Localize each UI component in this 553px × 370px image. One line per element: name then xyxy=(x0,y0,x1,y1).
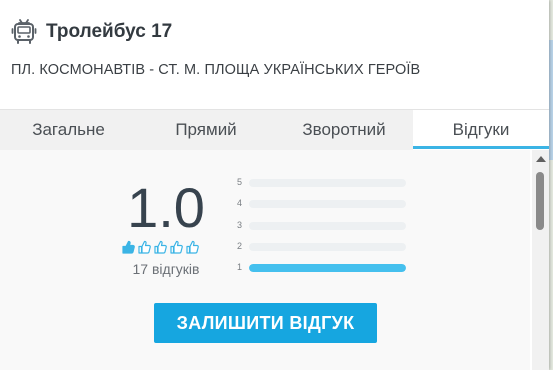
rating-bar-row: 4 xyxy=(234,197,409,218)
rating-bar-track xyxy=(249,264,406,273)
average-rating: 1.0 xyxy=(127,176,205,239)
panel-header: Тролейбус 17 ПЛ. КОСМОНАВТІВ - СТ. М. ПЛ… xyxy=(0,0,549,109)
rating-thumbs xyxy=(121,240,199,255)
tab-bar: Загальне Прямий Зворотний Відгуки xyxy=(0,110,549,150)
scroll-thumb[interactable] xyxy=(536,172,544,230)
thumbs-up-outline-icon xyxy=(186,240,199,254)
rating-bar-row: 3 xyxy=(234,219,409,240)
rating-bar-label: 5 xyxy=(237,177,243,187)
rating-bar-row: 1 xyxy=(234,261,409,282)
reviews-count: 17 відгуків xyxy=(132,261,200,277)
rating-bar-label: 3 xyxy=(237,219,243,230)
thumbs-up-outline-icon xyxy=(170,240,183,254)
tab-reverse[interactable]: Зворотний xyxy=(275,110,413,150)
rating-bar-row: 5 xyxy=(234,176,409,197)
rating-distribution: 5 4 3 2 1 xyxy=(234,176,409,282)
rating-bar-fill xyxy=(249,264,406,273)
rating-bar-track xyxy=(249,200,406,209)
thumbs-up-filled-icon xyxy=(122,240,135,254)
reviews-content: 1.0 17 відгуків 5 4 3 2 1 ЗАЛИШИТИ ВІДГУК xyxy=(0,150,530,370)
thumbs-up-outline-icon xyxy=(154,240,167,254)
rating-bar-label: 1 xyxy=(237,262,243,273)
scrollbar[interactable] xyxy=(532,150,549,370)
leave-review-button[interactable]: ЗАЛИШИТИ ВІДГУК xyxy=(154,303,377,343)
route-endpoints: ПЛ. КОСМОНАВТІВ - СТ. М. ПЛОЩА УКРАЇНСЬК… xyxy=(11,62,421,78)
route-title: Тролейбус 17 xyxy=(46,21,173,42)
rating-bar-track xyxy=(249,179,406,187)
scroll-up-arrow-icon[interactable] xyxy=(536,156,546,162)
tab-general[interactable]: Загальне xyxy=(0,110,137,150)
active-tab-indicator xyxy=(413,146,549,149)
rating-bar-track xyxy=(249,242,406,251)
rating-bar-label: 4 xyxy=(237,198,243,209)
tab-reviews[interactable]: Відгуки xyxy=(413,110,549,150)
route-info-panel: Тролейбус 17 ПЛ. КОСМОНАВТІВ - СТ. М. ПЛ… xyxy=(0,0,549,370)
rating-bar-track xyxy=(249,221,406,230)
rating-bar-label: 2 xyxy=(237,240,243,251)
thumbs-up-outline-icon xyxy=(138,240,151,254)
tab-forward[interactable]: Прямий xyxy=(137,110,275,150)
rating-bar-row: 2 xyxy=(234,240,409,261)
title-row: Тролейбус 17 xyxy=(11,19,172,45)
trolleybus-icon xyxy=(11,19,37,44)
